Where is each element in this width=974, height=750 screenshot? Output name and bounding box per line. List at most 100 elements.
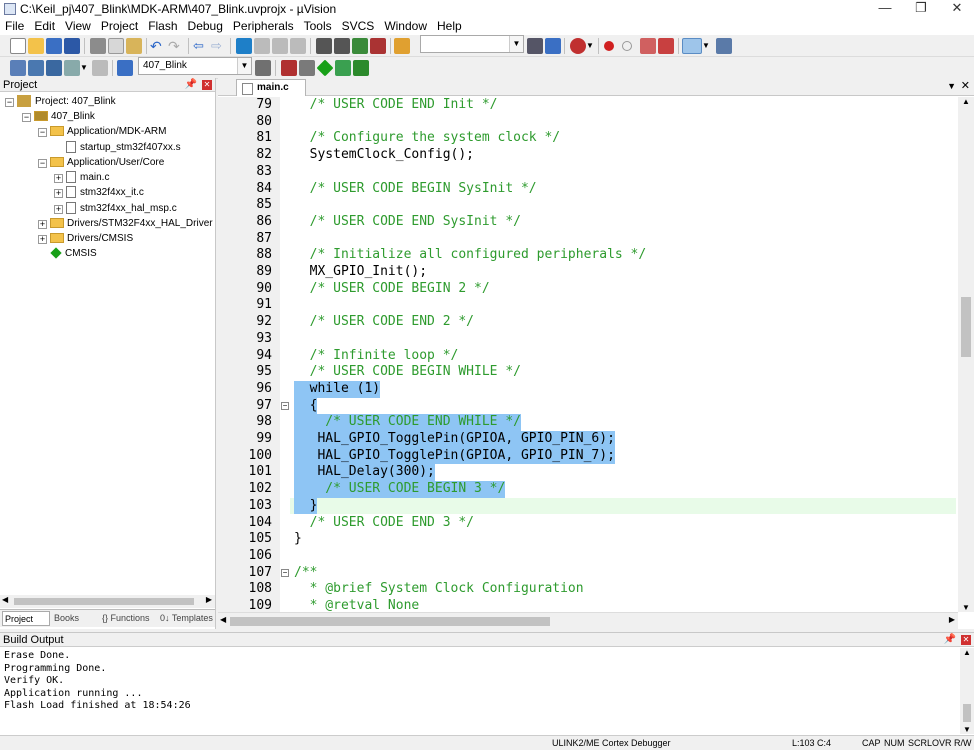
scroll-thumb[interactable] [961,297,971,357]
expand-icon[interactable]: + [54,174,63,183]
paste-icon[interactable] [126,38,142,54]
fold-toggle-icon[interactable]: − [281,401,289,410]
tree-item-component[interactable]: CMSIS [50,246,97,261]
tree-item-file[interactable]: startup_stm32f407xx.s [66,140,181,155]
expand-icon[interactable]: + [38,220,47,229]
editor-hscrollbar[interactable]: ◀ ▶ [218,612,958,629]
kill-all-breakpoints-icon[interactable] [658,38,674,54]
configure-icon[interactable] [716,38,732,54]
code-line[interactable]: * @brief System Clock Configuration [294,581,584,598]
tree-item-file[interactable]: stm32f4xx_hal_msp.c [66,201,177,216]
editor-tab-main-c[interactable]: main.c [236,79,306,96]
comment-icon[interactable] [352,38,368,54]
disable-all-breakpoints-icon[interactable] [640,38,656,54]
disable-breakpoint-icon[interactable] [622,41,632,51]
tree-item-file[interactable]: stm32f4xx_it.c [66,185,144,200]
uncomment-icon[interactable] [370,38,386,54]
target-options-icon[interactable] [255,60,271,76]
menu-peripherals[interactable]: Peripherals [228,18,299,35]
code-line[interactable]: MX_GPIO_Init(); [294,264,427,281]
tree-item-file[interactable]: main.c [66,170,109,185]
redo-icon[interactable]: ↷ [168,38,184,54]
code-line[interactable]: /* USER CODE END 3 */ [294,515,474,532]
code-line[interactable]: /* Infinite loop */ [294,348,459,365]
find-combo[interactable]: ▼ [420,35,524,53]
scroll-thumb[interactable] [230,617,550,626]
save-all-icon[interactable] [64,38,80,54]
tab-templates[interactable]: 0↓ Templates [158,611,214,626]
scroll-thumb[interactable] [14,598,194,605]
scroll-down-icon[interactable]: ▼ [962,603,970,612]
code-line[interactable]: /* Configure the system clock */ [294,130,560,147]
expand-icon[interactable]: + [54,189,63,198]
tree-item-group[interactable]: Drivers/STM32F4xx_HAL_Driver [50,216,213,231]
unindent-icon[interactable] [334,38,350,54]
code-line[interactable]: HAL_Delay(300); [294,464,435,482]
code-line[interactable]: while (1) [294,380,381,398]
code-line[interactable]: /** [294,565,317,582]
menu-edit[interactable]: Edit [29,18,60,35]
collapse-icon[interactable]: − [5,98,14,107]
code-line[interactable]: /* USER CODE END Init */ [294,97,498,114]
menu-window[interactable]: Window [379,18,432,35]
tree-hscrollbar[interactable]: ◀ ▶ [0,595,215,608]
tree-item-group[interactable]: Drivers/CMSIS [50,231,133,246]
undo-icon[interactable]: ↶ [150,38,166,54]
pin-icon[interactable]: 📌 [185,78,197,92]
tab-books[interactable]: Books [52,611,98,626]
scroll-right-icon[interactable]: ▶ [949,615,955,624]
code-line[interactable]: * @retval None [294,598,420,612]
stop-build-icon[interactable] [92,60,108,76]
close-tab-icon[interactable]: ✕ [961,79,970,92]
collapse-icon[interactable]: − [38,159,47,168]
window-layout-icon[interactable] [682,38,702,54]
nav-forward-icon[interactable]: ⇨ [211,38,227,54]
manage-project-items-icon[interactable] [299,60,315,76]
tree-item-group[interactable]: Application/MDK-ARM [50,124,166,139]
code-line[interactable]: /* Initialize all configured peripherals… [294,247,647,264]
output-vscrollbar[interactable]: ▲ ▼ [960,648,974,734]
editor-vscrollbar[interactable]: ▲ ▼ [958,97,974,612]
save-icon[interactable] [46,38,62,54]
menu-file[interactable]: File [0,18,29,35]
code-line[interactable]: /* USER CODE BEGIN 3 */ [294,481,506,498]
menu-project[interactable]: Project [96,18,143,35]
scroll-up-icon[interactable]: ▲ [962,97,970,106]
code-line[interactable]: /* USER CODE BEGIN 2 */ [294,281,490,298]
run-time-environment-icon[interactable] [316,59,334,77]
code-line[interactable]: } [294,497,318,515]
close-button[interactable]: ✕ [940,0,974,18]
code-line[interactable]: /* USER CODE BEGIN WHILE */ [294,364,521,381]
maximize-button[interactable]: ❐ [904,0,938,18]
manage-components-icon[interactable] [281,60,297,76]
code-line[interactable]: /* USER CODE END 2 */ [294,314,474,331]
scroll-down-icon[interactable]: ▼ [963,725,971,734]
tree-item-project[interactable]: Project: 407_Blink [17,94,116,109]
build-icon[interactable] [28,60,44,76]
pin-icon[interactable]: 📌 [944,633,956,647]
fold-toggle-icon[interactable]: − [281,568,289,577]
find-in-files-icon[interactable] [394,38,410,54]
code-line[interactable]: HAL_GPIO_TogglePin(GPIOA, GPIO_PIN_7); [294,447,615,465]
tab-project[interactable]: Project [2,611,50,626]
bookmark-icon[interactable] [236,38,252,54]
close-panel-icon[interactable]: ✕ [961,635,971,645]
download-icon[interactable] [117,60,133,76]
menu-help[interactable]: Help [432,18,467,35]
collapse-icon[interactable]: − [22,113,31,122]
code-line[interactable]: { [294,397,318,415]
batch-build-icon[interactable] [64,60,80,76]
indent-icon[interactable] [316,38,332,54]
expand-icon[interactable]: + [54,205,63,214]
tree-item-group[interactable]: Application/User/Core [50,155,164,170]
scroll-up-icon[interactable]: ▲ [963,648,971,657]
minimize-button[interactable]: — [868,0,902,18]
new-file-icon[interactable] [10,38,26,54]
open-folder-icon[interactable] [28,38,44,54]
clear-bookmarks-icon[interactable] [290,38,306,54]
incremental-find-icon[interactable] [527,38,543,54]
code-line[interactable]: HAL_GPIO_TogglePin(GPIOA, GPIO_PIN_6); [294,431,615,448]
close-panel-icon[interactable]: ✕ [202,80,212,90]
menu-debug[interactable]: Debug [183,18,228,35]
collapse-icon[interactable]: − [38,128,47,137]
